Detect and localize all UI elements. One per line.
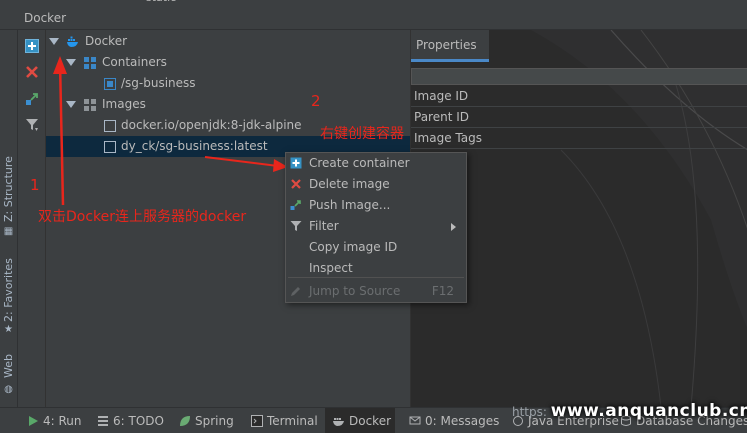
- bottom-tab-terminal[interactable]: Terminal: [251, 408, 321, 433]
- menu-separator: [288, 277, 464, 278]
- menu-item-label: Copy image ID: [309, 240, 398, 254]
- tab-properties[interactable]: Properties: [411, 30, 489, 62]
- arrow-diagonal-icon[interactable]: [25, 92, 39, 106]
- docker-root-label: Docker: [85, 34, 128, 48]
- property-label: Image Tags: [414, 131, 482, 145]
- image-icon: [104, 120, 116, 132]
- web-tab[interactable]: Web ◍: [0, 350, 18, 410]
- bottom-tab-run[interactable]: 4: Run: [27, 408, 87, 433]
- messages-icon: [409, 416, 421, 425]
- expand-arrow-icon[interactable]: [66, 59, 76, 66]
- tool-window-title-bar: Docker: [0, 6, 747, 30]
- tree-row-docker[interactable]: Docker: [46, 31, 410, 52]
- property-label: Image ID: [414, 89, 469, 103]
- red-x-icon[interactable]: [25, 65, 39, 79]
- docker-whale-icon: [333, 418, 344, 426]
- run-icon: [29, 416, 38, 426]
- property-row-image-id: Image ID: [411, 86, 747, 107]
- property-label: Parent ID: [414, 110, 470, 124]
- image-item-label: docker.io/openjdk:8-jdk-alpine: [121, 118, 302, 132]
- web-tab-label: Web: [2, 354, 15, 378]
- bottom-tab-label: Terminal: [267, 414, 318, 428]
- images-label: Images: [102, 97, 146, 111]
- expand-arrow-icon[interactable]: [49, 38, 59, 45]
- todo-icon: [98, 416, 108, 426]
- annotation-step1-text: 双击Docker连上服务器的docker: [38, 209, 247, 225]
- filter-funnel-icon: [290, 221, 302, 231]
- left-tool-strip: Z: Structure ▦ 2: Favorites ★ Web ◍: [0, 30, 18, 407]
- favorites-tab[interactable]: 2: Favorites ★: [0, 258, 18, 338]
- menu-item-label: Filter: [309, 219, 339, 233]
- tool-window-title: Docker: [24, 11, 67, 25]
- bottom-tab-label: Spring: [195, 414, 234, 428]
- bottom-tab-spring[interactable]: Spring: [179, 408, 239, 433]
- terminal-icon: [251, 415, 263, 427]
- menu-item-filter[interactable]: Filter: [286, 216, 466, 237]
- menu-item-label: Jump to Source: [309, 284, 401, 298]
- menu-item-label: Push Image...: [309, 198, 391, 212]
- menu-item-delete-image[interactable]: Delete image: [286, 174, 466, 195]
- bottom-tab-todo[interactable]: 6: TODO: [97, 408, 167, 433]
- bottom-tab-label: 6: TODO: [113, 414, 164, 428]
- bottom-tab-label: 4: Run: [43, 414, 82, 428]
- red-x-icon: [291, 179, 301, 189]
- menu-item-copy-image-id[interactable]: Copy image ID: [286, 237, 466, 258]
- property-row-parent-id: Parent ID: [411, 107, 747, 128]
- menu-item-jump-to-source[interactable]: Jump to Source F12: [286, 281, 466, 302]
- annotation-step1-number: 1: [30, 176, 40, 194]
- containers-icon: [84, 57, 96, 69]
- tree-row-container-item[interactable]: /sg-business: [46, 73, 410, 94]
- property-row-image-tags: Image Tags: [411, 128, 747, 149]
- menu-item-label: Inspect: [309, 261, 353, 275]
- web-icon: ◍: [4, 384, 13, 395]
- image-icon: [104, 141, 116, 153]
- containers-label: Containers: [102, 55, 167, 69]
- favorites-tab-label: 2: Favorites: [2, 258, 15, 322]
- annotation-step2-text: 右键创建容器: [320, 126, 404, 142]
- container-item-label: /sg-business: [121, 76, 196, 90]
- image-item-label: dy_ck/sg-business:latest: [121, 139, 268, 153]
- menu-item-label: Delete image: [309, 177, 390, 191]
- plus-square-icon: [290, 157, 302, 169]
- pencil-icon: [291, 287, 300, 296]
- menu-item-label: Create container: [309, 156, 410, 170]
- structure-tab-label: Z: Structure: [2, 156, 15, 222]
- watermark-site: www.anquanclub.cn: [550, 401, 747, 421]
- structure-tab[interactable]: Z: Structure ▦: [0, 156, 18, 240]
- menu-item-push-image[interactable]: Push Image...: [286, 195, 466, 216]
- annotation-step2-number: 2: [311, 92, 321, 110]
- push-arrow-icon: [290, 200, 301, 210]
- images-icon: [84, 99, 96, 111]
- menu-item-create-container[interactable]: Create container: [286, 153, 466, 174]
- context-menu: Create container Delete image Push Image…: [285, 152, 467, 303]
- tree-row-images[interactable]: Images: [46, 94, 410, 115]
- plus-icon[interactable]: [25, 39, 39, 53]
- menu-item-shortcut: F12: [431, 284, 454, 298]
- properties-tab-label: Properties: [416, 38, 477, 52]
- bottom-tab-messages[interactable]: 0: Messages: [409, 408, 504, 433]
- menu-item-inspect[interactable]: Inspect: [286, 258, 466, 279]
- top-fragment: static: [146, 0, 176, 4]
- star-icon: ★: [4, 324, 13, 335]
- watermark-prefix: https:: [512, 405, 547, 419]
- tree-row-containers[interactable]: Containers: [46, 52, 410, 73]
- watermark: https: www.anquanclub.cn: [512, 401, 747, 421]
- structure-icon: ▦: [3, 226, 14, 237]
- filter-funnel-icon[interactable]: [25, 118, 39, 132]
- properties-header-bar: [411, 68, 747, 85]
- bottom-tab-label: 0: Messages: [425, 414, 500, 428]
- bottom-tab-label: Docker: [349, 414, 392, 428]
- bottom-tab-docker[interactable]: Docker: [325, 408, 395, 433]
- expand-arrow-icon[interactable]: [66, 101, 76, 108]
- spring-leaf-icon: [180, 416, 190, 426]
- submenu-arrow-icon: [451, 223, 456, 231]
- container-icon: [104, 78, 116, 90]
- docker-whale-icon: [67, 36, 78, 47]
